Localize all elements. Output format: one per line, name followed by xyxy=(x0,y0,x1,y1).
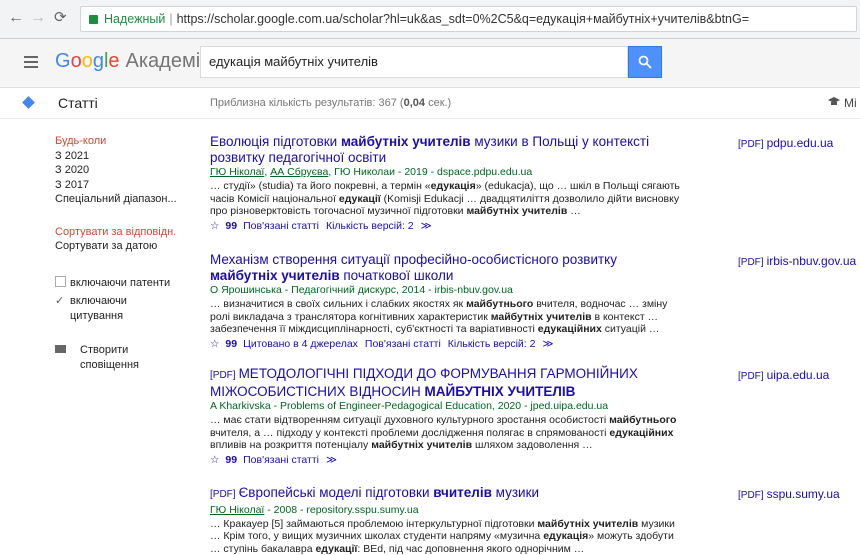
logo-letter: G xyxy=(55,50,71,72)
pdf-prefix: [PDF] xyxy=(210,489,236,500)
results-count: Приблизна кількість результатів: 367 (0,… xyxy=(210,97,451,109)
result-item: [PDF] МЕТОДОЛОГІЧНІ ПІДХОДИ ДО ФОРМУВАННЯ… xyxy=(210,366,680,467)
more-chevron-icon[interactable]: ≫ xyxy=(326,454,337,466)
logo-letter: o xyxy=(81,50,93,72)
result-snippet: … Кракауер [5] займаються проблемою інте… xyxy=(210,517,675,555)
lock-icon xyxy=(89,15,98,24)
time-filter-any[interactable]: Будь-коли xyxy=(55,134,195,149)
url-text: https://scholar.google.com.ua/scholar?hl… xyxy=(176,12,750,26)
scholar-header: Google Академія едукація майбутніх учител… xyxy=(0,39,860,88)
cite-quote-icon[interactable]: 99 xyxy=(225,338,237,350)
pdf-tag: [PDF] xyxy=(738,490,764,501)
save-star-icon[interactable]: ☆ xyxy=(210,220,219,232)
filters-sidebar: Будь-коли З 2021 З 2020 З 2017 Спеціальн… xyxy=(55,134,195,372)
result-snippet: … визначитися в своїх сильних і слабких … xyxy=(210,298,668,335)
secure-label: Надежный xyxy=(104,12,166,26)
result-action-link[interactable]: Кількість версій: 2 xyxy=(448,338,536,350)
articles-diamond-icon xyxy=(22,96,35,109)
result-title-link[interactable]: [PDF] МЕТОДОЛОГІЧНІ ПІДХОДИ ДО ФОРМУВАННЯ… xyxy=(210,366,680,399)
result-item: [PDF] Європейські моделі підготовки вчите… xyxy=(210,485,680,555)
reload-icon[interactable]: ⟳ xyxy=(54,10,67,26)
pdf-tag: [PDF] xyxy=(738,139,764,150)
checkmark-icon: ✓ xyxy=(55,295,65,307)
logo-product-name: Академія xyxy=(125,50,211,72)
result-action-link[interactable]: Пов'язані статті xyxy=(243,220,319,232)
full-text-link[interactable]: [PDF] sspu.sumy.ua xyxy=(738,487,840,501)
result-title-link[interactable]: Еволюція підготовки майбутніх учителів м… xyxy=(210,134,680,165)
count-prefix: Приблизна кількість результатів: 367 ( xyxy=(210,97,404,109)
more-chevron-icon[interactable]: ≫ xyxy=(542,338,553,350)
result-action-link[interactable]: Пов'язані статті xyxy=(243,454,319,466)
full-text-link[interactable]: [PDF] uipa.edu.ua xyxy=(738,368,829,382)
result-item: Механізм створення ситуації професійно-о… xyxy=(210,252,680,351)
count-time: 0,04 xyxy=(403,97,426,109)
result-action-link[interactable]: Пов'язані статті xyxy=(365,338,441,350)
result-action-link[interactable]: Цитовано в 4 джерелах xyxy=(243,338,358,350)
google-scholar-logo[interactable]: Google Академія xyxy=(55,50,211,73)
logo-letter: e xyxy=(108,50,120,72)
result-meta: ГЮ Ніколаї - 2008 - repository.sspu.sumy… xyxy=(210,503,419,516)
result-actions: ☆ 99 Пов'язані статті Кількість версій: 2 ≫ xyxy=(210,220,680,233)
sort-by-relevance[interactable]: Сортувати за відповідн. xyxy=(55,225,195,240)
pdf-prefix: [PDF] xyxy=(210,370,236,381)
result-actions: ☆ 99 Пов'язані статті ≫ xyxy=(210,454,680,467)
result-title-text: Механізм створення ситуації професійно-о… xyxy=(210,252,617,283)
include-citations-label: включаючи цитування xyxy=(70,295,127,322)
save-star-icon[interactable]: ☆ xyxy=(210,454,219,466)
result-title-text: МЕТОДОЛОГІЧНІ ПІДХОДИ ДО ФОРМУВАННЯ ГАРМ… xyxy=(210,366,638,399)
include-citations-option[interactable]: ✓ включаючи цитування xyxy=(55,294,195,323)
patents-checkbox xyxy=(55,275,70,291)
cite-quote-icon[interactable]: 99 xyxy=(225,220,237,232)
source-domain: pdpu.edu.ua xyxy=(766,136,834,150)
save-star-icon[interactable]: ☆ xyxy=(210,338,219,350)
pdf-tag: [PDF] xyxy=(738,257,764,268)
cite-quote-icon[interactable]: 99 xyxy=(225,454,237,466)
logo-letter: o xyxy=(70,50,82,72)
result-meta: О Ярошинська - Педагогічний дискурс, 201… xyxy=(210,284,513,296)
full-text-link[interactable]: [PDF] pdpu.edu.ua xyxy=(738,136,833,150)
browser-toolbar: ← → ⟳ Надежный | https://scholar.google.co… xyxy=(0,0,860,39)
logo-letter: g xyxy=(92,50,104,72)
more-chevron-icon[interactable]: ≫ xyxy=(421,220,432,232)
full-text-link[interactable]: [PDF] irbis-nbuv.gov.ua xyxy=(738,254,856,268)
results-subbar: Статті Приблизна кількість результатів: … xyxy=(0,88,860,119)
search-icon xyxy=(638,55,652,69)
time-filter-2020[interactable]: З 2020 xyxy=(55,163,195,178)
source-domain: uipa.edu.ua xyxy=(766,368,830,382)
graduation-cap-icon[interactable] xyxy=(828,97,840,107)
menu-icon[interactable] xyxy=(24,56,38,68)
time-filter-2021[interactable]: З 2021 xyxy=(55,149,195,164)
my-library-link[interactable]: Мі xyxy=(844,96,857,110)
search-input[interactable]: едукація майбутніх учителів xyxy=(200,46,628,78)
source-domain: irbis-nbuv.gov.ua xyxy=(766,254,857,268)
include-patents-label: включаючи патенти xyxy=(70,276,171,289)
address-separator: | xyxy=(169,12,173,26)
section-title: Статті xyxy=(58,95,98,111)
forward-arrow-icon[interactable]: → xyxy=(30,10,46,26)
result-snippet: … студії» (studia) та його покревні, а т… xyxy=(210,180,680,217)
pdf-tag: [PDF] xyxy=(738,371,764,382)
result-item: Еволюція підготовки майбутніх учителів м… xyxy=(210,134,680,233)
include-patents-option[interactable]: включаючи патенти xyxy=(55,275,195,291)
result-title-text: Європейські моделі підготовки вчителів м… xyxy=(238,485,540,500)
result-title-link[interactable]: [PDF] Європейські моделі підготовки вчите… xyxy=(210,485,680,503)
result-title-link[interactable]: Механізм створення ситуації професійно-о… xyxy=(210,252,680,283)
sort-by-date[interactable]: Сортувати за датою xyxy=(55,239,195,254)
time-filter-2017[interactable]: З 2017 xyxy=(55,178,195,193)
result-action-link[interactable]: Кількість версій: 2 xyxy=(326,220,414,232)
result-snippet: … має стати відтворенням ситуації духовн… xyxy=(210,414,677,451)
time-filter-custom[interactable]: Спеціальний діапазон... xyxy=(55,192,195,207)
result-meta: ГЮ Ніколаї, АА Сбруєва, ГЮ Николаи - 201… xyxy=(210,166,533,178)
search-button[interactable] xyxy=(628,46,662,78)
create-alert-label: Створити сповіщення xyxy=(80,344,140,371)
result-meta: A Kharkivska - Problems of Engineer-Peda… xyxy=(210,400,609,412)
result-actions: ☆ 99 Цитовано в 4 джерелах Пов'язані статті… xyxy=(210,338,680,351)
back-arrow-icon[interactable]: ← xyxy=(8,10,24,26)
create-alert-link[interactable]: Створити сповіщення xyxy=(55,343,195,372)
count-suffix: сек.) xyxy=(425,97,452,109)
envelope-icon xyxy=(55,343,70,358)
address-bar[interactable]: Надежный | https://scholar.google.com.ua/s… xyxy=(80,6,857,32)
result-title-text: Еволюція підготовки майбутніх учителів м… xyxy=(210,134,650,165)
source-domain: sspu.sumy.ua xyxy=(766,487,840,501)
